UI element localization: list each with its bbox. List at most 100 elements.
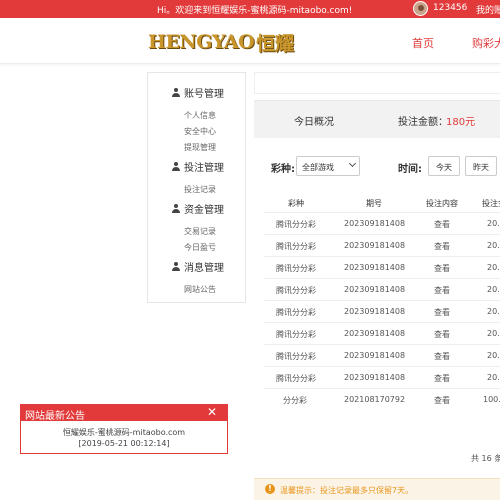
table-row: 腾讯分分彩 202309181408 查看 20.00 <box>264 366 500 388</box>
col-issue: 期号 <box>366 199 382 208</box>
top-bar: Hi。欢迎来到恒耀娱乐-蜜桃源码-mitaobo.com! 123456 我的账… <box>0 0 500 18</box>
user-icon <box>172 162 180 171</box>
table-row: 腾讯分分彩 202309181408 查看 20.00 <box>264 300 500 322</box>
view-link[interactable]: 查看 <box>434 307 450 318</box>
sidebar-group-funds[interactable]: 资金管理 <box>172 201 224 216</box>
sidebar-item-bet-records[interactable]: 投注记录 <box>184 184 216 195</box>
avatar[interactable] <box>413 1 428 16</box>
cell-issue: 202309181408 <box>344 329 406 338</box>
cell-amount: 20.00 <box>487 373 500 382</box>
cell-issue: 202309181408 <box>344 263 406 272</box>
account-link[interactable]: 我的账户 <box>476 3 500 16</box>
sidebar-item-transactions[interactable]: 交易记录 <box>184 226 216 237</box>
bet-amount-value: 180元 <box>446 117 476 128</box>
notice-title: 网站最新公告 <box>25 411 85 422</box>
view-link[interactable]: 查看 <box>434 263 450 274</box>
col-lottery: 彩种 <box>288 199 304 208</box>
cell-amount: 20.00 <box>487 351 500 360</box>
cell-lottery: 腾讯分分彩 <box>276 264 316 273</box>
warning-icon: ! <box>265 484 275 494</box>
cell-lottery: 腾讯分分彩 <box>276 352 316 361</box>
cell-lottery: 腾讯分分彩 <box>276 286 316 295</box>
view-link[interactable]: 查看 <box>434 373 450 384</box>
lottery-select-value: 全部游戏 <box>302 163 334 172</box>
cell-issue: 202309181408 <box>344 285 406 294</box>
today-summary: 今日概况 投注金额： 180元 <box>254 100 500 138</box>
sidebar-item-security[interactable]: 安全中心 <box>184 126 216 137</box>
cell-lottery: 分分彩 <box>283 396 307 405</box>
user-id[interactable]: 123456 <box>433 3 467 13</box>
view-link[interactable]: 查看 <box>434 351 450 362</box>
nav-lottery-hall[interactable]: 购彩大厅 <box>472 35 500 51</box>
sidebar-group-label: 消息管理 <box>184 263 224 274</box>
cell-amount: 20.00 <box>487 219 500 228</box>
welcome-text: Hi。欢迎来到恒耀娱乐-蜜桃源码-mitaobo.com! <box>157 6 353 16</box>
header: HENGYAO 恒耀 首页 购彩大厅 <box>0 18 500 64</box>
sidebar-group-label: 资金管理 <box>184 205 224 216</box>
sidebar-item-announcements[interactable]: 网站公告 <box>184 284 216 295</box>
cell-amount: 20.00 <box>487 285 500 294</box>
cell-issue: 202309181408 <box>344 307 406 316</box>
cell-issue: 202309181408 <box>344 351 406 360</box>
cell-lottery: 腾讯分分彩 <box>276 374 316 383</box>
table-row: 腾讯分分彩 202309181408 查看 20.00 <box>264 344 500 366</box>
cell-amount: 100.00 <box>483 395 500 404</box>
tip-text: 温馨提示：投注记录最多只保留7天。 <box>280 486 414 495</box>
chevron-down-icon <box>348 159 357 168</box>
pager-total: 共 16 条 <box>471 454 500 463</box>
nav-home[interactable]: 首页 <box>412 35 434 51</box>
cell-issue: 202309181408 <box>344 241 406 250</box>
today-label: 今日概况 <box>294 117 334 128</box>
cell-amount: 20.00 <box>487 241 500 250</box>
cell-amount: 20.00 <box>487 307 500 316</box>
cell-amount: 20.00 <box>487 329 500 338</box>
today-button[interactable]: 今天 <box>428 156 460 176</box>
table-row: 腾讯分分彩 202309181408 查看 20.00 <box>264 234 500 256</box>
sidebar-group-messages[interactable]: 消息管理 <box>172 259 224 274</box>
col-content: 投注内容 <box>426 199 458 208</box>
cell-lottery: 腾讯分分彩 <box>276 330 316 339</box>
notice-date: [2019-05-21 00:12:14] <box>78 439 170 448</box>
sidebar: 账号管理 个人信息 安全中心 提现管理 投注管理 投注记录 资金管理 交易记录 … <box>147 72 246 303</box>
user-icon <box>172 262 180 271</box>
cell-issue: 202309181408 <box>344 373 406 382</box>
sidebar-group-label: 投注管理 <box>184 163 224 174</box>
table-row: 腾讯分分彩 202309181408 查看 20.00 <box>264 256 500 278</box>
cell-amount: 20.00 <box>487 263 500 272</box>
notice-header: 网站最新公告 ✕ <box>21 405 227 422</box>
sidebar-group-bets[interactable]: 投注管理 <box>172 159 224 174</box>
cell-issue: 202309181408 <box>344 219 406 228</box>
table-header: 彩种 期号 投注内容 投注金额 <box>264 194 500 212</box>
logo-cn-text: 恒耀 <box>256 32 295 55</box>
user-icon <box>172 204 180 213</box>
table-row: 分分彩 202108170792 查看 100.00 <box>264 388 500 410</box>
view-link[interactable]: 查看 <box>434 241 450 252</box>
sidebar-group-account[interactable]: 账号管理 <box>172 85 224 100</box>
notice-body[interactable]: 恒耀娱乐-蜜桃源码-mitaobo.com <box>21 427 227 438</box>
tip-bar: ! 温馨提示：投注记录最多只保留7天。 <box>254 478 500 500</box>
view-link[interactable]: 查看 <box>434 329 450 340</box>
site-logo[interactable]: HENGYAO 恒耀 <box>148 30 295 55</box>
table-row: 腾讯分分彩 202309181408 查看 20.00 <box>264 322 500 344</box>
yesterday-button[interactable]: 昨天 <box>465 156 497 176</box>
view-link[interactable]: 查看 <box>434 395 450 406</box>
lottery-select[interactable]: 全部游戏 <box>296 156 360 176</box>
table-row: 腾讯分分彩 202309181408 查看 20.00 <box>264 212 500 234</box>
time-label: 时间: <box>398 164 422 175</box>
notice-popup: 网站最新公告 ✕ 恒耀娱乐-蜜桃源码-mitaobo.com [2019-05-… <box>20 404 228 454</box>
col-amount: 投注金额 <box>482 199 500 208</box>
cell-issue: 202108170792 <box>344 395 406 404</box>
main-top-strip <box>254 72 500 94</box>
close-icon[interactable]: ✕ <box>207 405 217 419</box>
sidebar-group-label: 账号管理 <box>184 89 224 100</box>
lottery-label: 彩种: <box>271 164 295 175</box>
sidebar-item-profile[interactable]: 个人信息 <box>184 110 216 121</box>
sidebar-item-withdraw[interactable]: 提现管理 <box>184 142 216 153</box>
bet-amount-label: 投注金额： <box>398 117 448 128</box>
view-link[interactable]: 查看 <box>434 219 450 230</box>
cell-lottery: 腾讯分分彩 <box>276 242 316 251</box>
view-link[interactable]: 查看 <box>434 285 450 296</box>
cell-lottery: 腾讯分分彩 <box>276 308 316 317</box>
logo-text: HENGYAO <box>148 31 255 53</box>
sidebar-item-today-pnl[interactable]: 今日盈亏 <box>184 242 216 253</box>
